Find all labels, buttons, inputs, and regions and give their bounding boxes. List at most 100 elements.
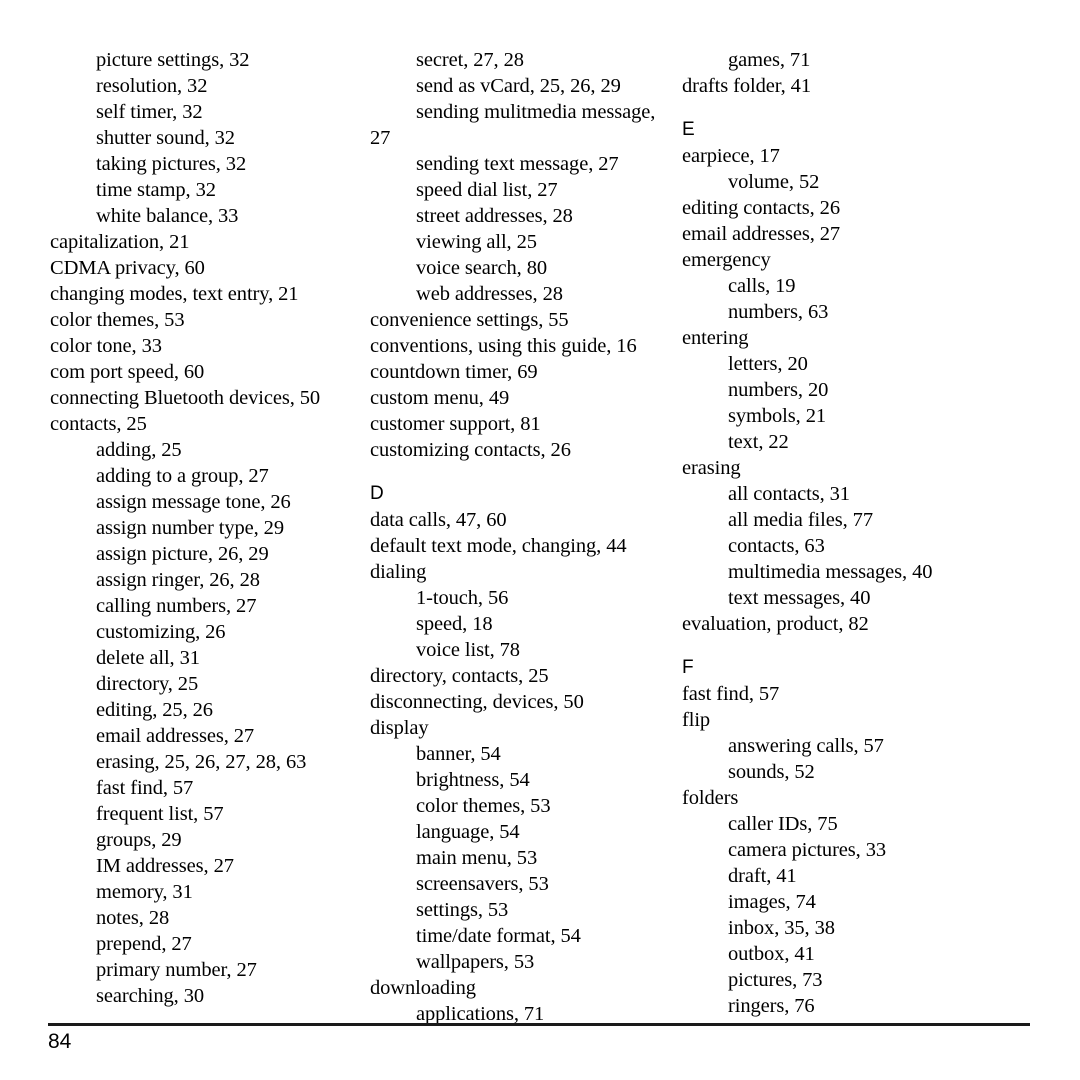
- index-subentry: web addresses, 28: [416, 283, 563, 305]
- index-entry: emergency: [682, 249, 771, 271]
- index-subentry: picture settings, 32: [96, 49, 250, 71]
- index-subentry: adding, 25: [96, 439, 182, 461]
- index-subentry: calling numbers, 27: [96, 595, 257, 617]
- index-subentry: editing, 25, 26: [96, 699, 213, 721]
- index-entry: downloading: [370, 977, 476, 999]
- index-entry: dialing: [370, 561, 427, 583]
- index-subentry: assign ringer, 26, 28: [96, 569, 260, 591]
- index-subentry: groups, 29: [96, 829, 182, 851]
- index-letter-heading: D: [370, 483, 384, 504]
- index-entry: CDMA privacy, 60: [50, 257, 205, 279]
- index-entry: earpiece, 17: [682, 145, 780, 167]
- index-subentry: main menu, 53: [416, 847, 538, 869]
- index-subentry: speed, 18: [416, 613, 493, 635]
- index-subentry: white balance, 33: [96, 205, 239, 227]
- index-entry: com port speed, 60: [50, 361, 205, 383]
- index-subentry: sending text message, 27: [416, 153, 619, 175]
- index-entry: data calls, 47, 60: [370, 509, 507, 531]
- index-subentry: inbox, 35, 38: [728, 917, 835, 939]
- index-subentry: brightness, 54: [416, 769, 530, 791]
- index-subentry: taking pictures, 32: [96, 153, 247, 175]
- index-subentry: 1-touch, 56: [416, 587, 509, 609]
- index-column-3: games, 71 drafts folder, 41 Eearpiece, 17 v…: [682, 47, 982, 1019]
- footer-rule: [48, 1023, 1030, 1026]
- index-subentry: settings, 53: [416, 899, 509, 921]
- index-subentry: viewing all, 25: [416, 231, 537, 253]
- index-entry: folders: [682, 787, 739, 809]
- index-subentry: customizing, 26: [96, 621, 226, 643]
- index-subentry: primary number, 27: [96, 959, 257, 981]
- index-entry: flip: [682, 709, 711, 731]
- index-subentry: send as vCard, 25, 26, 29: [416, 75, 621, 97]
- index-letter-heading: F: [682, 657, 694, 678]
- index-subentry: email addresses, 27: [96, 725, 255, 747]
- index-entry: capitalization, 21: [50, 231, 190, 253]
- index-entry: changing modes, text entry, 21: [50, 283, 299, 305]
- index-subentry: images, 74: [728, 891, 816, 913]
- index-entry-continuation: 27: [370, 127, 391, 149]
- index-entry: conventions, using this guide, 16: [370, 335, 637, 357]
- index-subentry: all media files, 77: [728, 509, 873, 531]
- index-page: picture settings, 32 resolution, 32 self t…: [0, 0, 1080, 1080]
- index-entry: convenience settings, 55: [370, 309, 569, 331]
- index-subentry: assign message tone, 26: [96, 491, 291, 513]
- index-subentry: directory, 25: [96, 673, 199, 695]
- index-subentry: answering calls, 57: [728, 735, 884, 757]
- index-subentry: delete all, 31: [96, 647, 200, 669]
- page-number: 84: [48, 1030, 72, 1053]
- index-entry: contacts, 25: [50, 413, 147, 435]
- index-entry: directory, contacts, 25: [370, 665, 549, 687]
- index-subentry: adding to a group, 27: [96, 465, 269, 487]
- index-entry: default text mode, changing, 44: [370, 535, 627, 557]
- index-entry: connecting Bluetooth devices, 50: [50, 387, 321, 409]
- index-subentry: volume, 52: [728, 171, 820, 193]
- index-subentry: color themes, 53: [416, 795, 551, 817]
- index-subentry: memory, 31: [96, 881, 193, 903]
- index-column-2: secret, 27, 28 send as vCard, 25, 26, 29 s…: [370, 47, 670, 1027]
- index-subentry: prepend, 27: [96, 933, 192, 955]
- index-entry: color themes, 53: [50, 309, 185, 331]
- index-subentry: games, 71: [728, 49, 811, 71]
- index-subentry: letters, 20: [728, 353, 808, 375]
- index-subentry: shutter sound, 32: [96, 127, 235, 149]
- index-subentry: time stamp, 32: [96, 179, 216, 201]
- index-subentry: street addresses, 28: [416, 205, 573, 227]
- index-subentry: screensavers, 53: [416, 873, 549, 895]
- index-entry: evaluation, product, 82: [682, 613, 869, 635]
- index-subentry: wallpapers, 53: [416, 951, 535, 973]
- index-entry: disconnecting, devices, 50: [370, 691, 584, 713]
- index-entry: erasing: [682, 457, 741, 479]
- index-subentry: numbers, 63: [728, 301, 829, 323]
- index-subentry: outbox, 41: [728, 943, 815, 965]
- index-subentry: symbols, 21: [728, 405, 826, 427]
- index-subentry: contacts, 63: [728, 535, 825, 557]
- index-subentry: caller IDs, 75: [728, 813, 838, 835]
- index-letter-heading: E: [682, 119, 695, 140]
- index-entry: customer support, 81: [370, 413, 541, 435]
- index-subentry: assign number type, 29: [96, 517, 284, 539]
- index-subentry: IM addresses, 27: [96, 855, 234, 877]
- index-subentry: sending mulitmedia message,: [416, 101, 656, 123]
- index-subentry: frequent list, 57: [96, 803, 224, 825]
- index-entry: color tone, 33: [50, 335, 162, 357]
- index-subentry: calls, 19: [728, 275, 796, 297]
- index-subentry: time/date format, 54: [416, 925, 581, 947]
- index-column-1: picture settings, 32 resolution, 32 self t…: [50, 47, 350, 1009]
- index-subentry: resolution, 32: [96, 75, 208, 97]
- index-subentry: language, 54: [416, 821, 520, 843]
- index-entry: drafts folder, 41: [682, 75, 811, 97]
- index-subentry: draft, 41: [728, 865, 797, 887]
- index-subentry: sounds, 52: [728, 761, 815, 783]
- index-subentry: banner, 54: [416, 743, 501, 765]
- index-subentry: fast find, 57: [96, 777, 194, 799]
- index-entry: editing contacts, 26: [682, 197, 840, 219]
- index-columns: picture settings, 32 resolution, 32 self t…: [0, 47, 1080, 1025]
- index-subentry: secret, 27, 28: [416, 49, 524, 71]
- index-subentry: searching, 30: [96, 985, 204, 1007]
- index-entry: entering: [682, 327, 749, 349]
- index-subentry: self timer, 32: [96, 101, 203, 123]
- index-entry: custom menu, 49: [370, 387, 510, 409]
- index-subentry: camera pictures, 33: [728, 839, 887, 861]
- index-subentry: assign picture, 26, 29: [96, 543, 269, 565]
- index-subentry: ringers, 76: [728, 995, 815, 1017]
